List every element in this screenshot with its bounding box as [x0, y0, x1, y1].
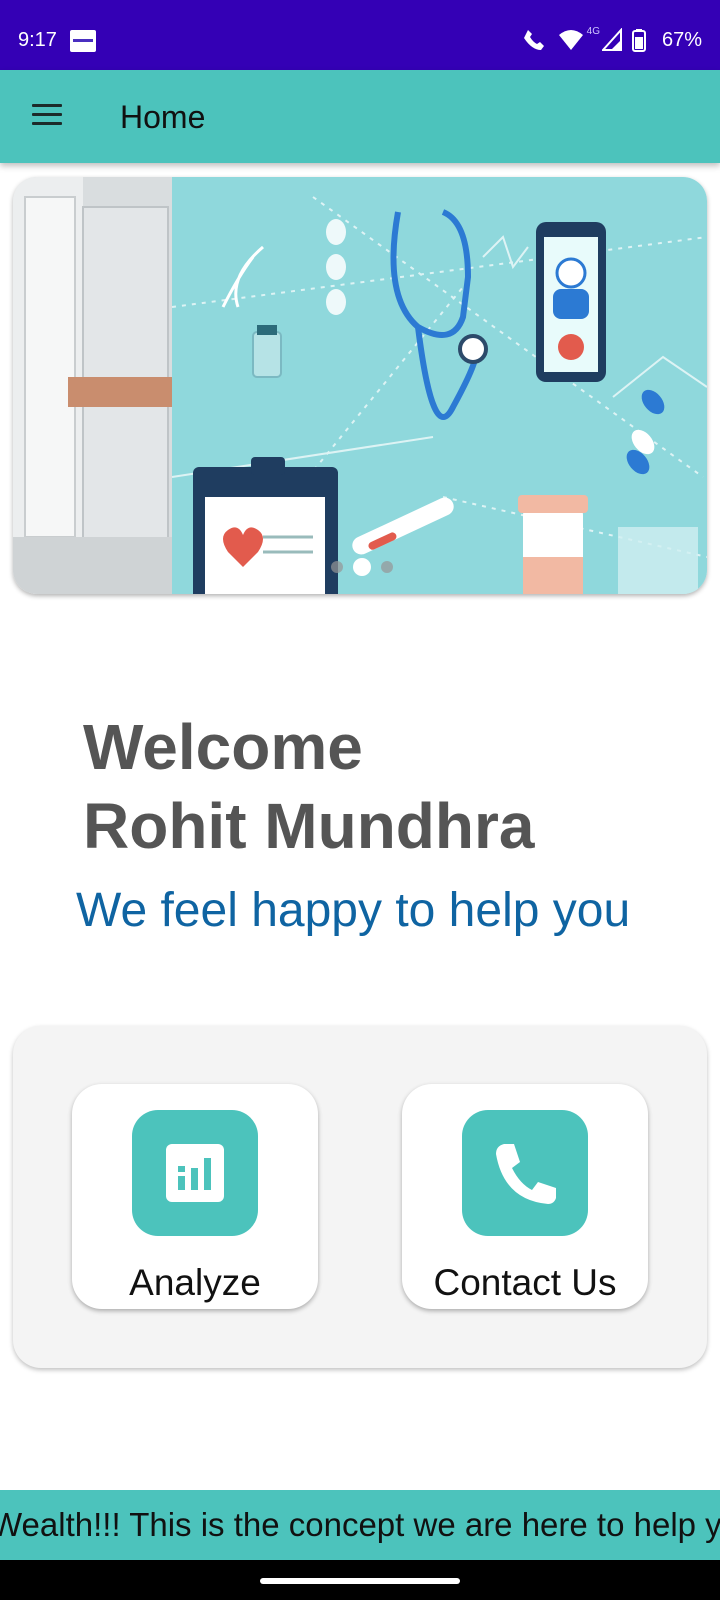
tagline: We feel happy to help you	[76, 884, 631, 937]
image-carousel[interactable]	[13, 177, 707, 594]
carousel-dot[interactable]	[353, 558, 371, 576]
status-time: 9:17	[18, 29, 57, 51]
analyze-button[interactable]: Analyze	[72, 1084, 318, 1309]
app-bar: Home	[0, 70, 720, 163]
marquee-banner: Wealth!!! This is the concept we are her…	[0, 1490, 720, 1560]
network-type: 4G	[586, 26, 600, 37]
page-title: Home	[120, 99, 206, 135]
carousel-dot[interactable]	[381, 561, 393, 573]
wifi-icon	[559, 30, 583, 50]
carousel-indicator	[331, 555, 401, 576]
status-bar: 9:17 4G 67%	[0, 0, 720, 70]
marquee-text: Wealth!!! This is the concept we are her…	[0, 1506, 720, 1543]
battery-percent: 67%	[661, 29, 702, 51]
welcome-heading: Welcome Rohit Mundhra	[83, 708, 683, 866]
wifi-calling-icon	[524, 30, 544, 50]
carousel-dot[interactable]	[331, 561, 343, 573]
welcome-line: Welcome	[83, 711, 363, 783]
contact-us-button[interactable]: Contact Us	[402, 1084, 648, 1309]
app-notification-icon	[70, 30, 96, 52]
phone-icon	[462, 1110, 588, 1236]
user-name: Rohit Mundhra	[83, 790, 535, 862]
home-gesture-handle[interactable]	[260, 1578, 460, 1584]
carousel-slide-image	[13, 177, 707, 594]
status-icons: 4G 67%	[502, 26, 702, 56]
contact-us-label: Contact Us	[433, 1262, 617, 1303]
system-nav-bar	[0, 1560, 720, 1600]
analyze-label: Analyze	[129, 1262, 261, 1303]
battery-icon	[632, 29, 646, 52]
signal-icon	[602, 28, 622, 51]
action-panel: Analyze Contact Us	[13, 1026, 707, 1368]
analytics-icon	[132, 1110, 258, 1236]
hamburger-menu-icon[interactable]	[32, 104, 62, 126]
